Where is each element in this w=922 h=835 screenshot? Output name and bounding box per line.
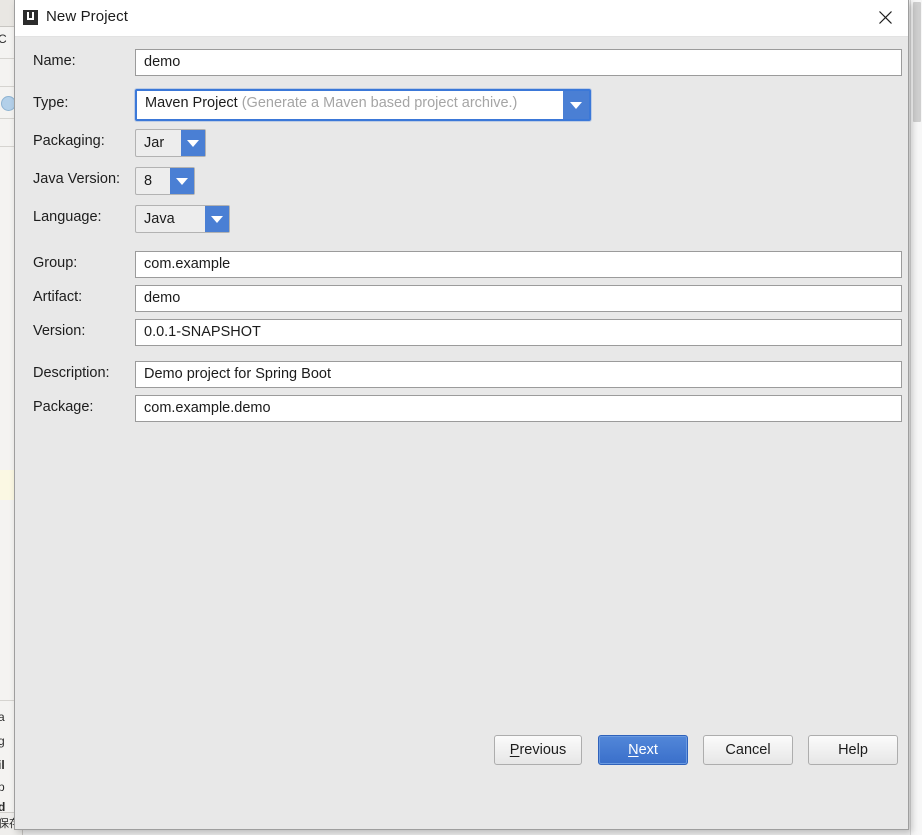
artifact-input[interactable]: demo: [135, 285, 902, 312]
group-input[interactable]: com.example: [135, 251, 902, 278]
language-combobox-arrow[interactable]: [205, 206, 229, 232]
packaging-combobox[interactable]: Jar: [135, 129, 206, 157]
previous-button[interactable]: Previous: [494, 735, 582, 765]
java-version-combobox[interactable]: 8: [135, 167, 195, 195]
cancel-button[interactable]: Cancel: [703, 735, 793, 765]
next-button-label: Next: [628, 742, 658, 758]
package-input[interactable]: com.example.demo: [135, 395, 902, 422]
name-label: Name:: [33, 53, 76, 69]
project-form: Name: demo Type: Maven Project (Generate…: [15, 37, 908, 795]
background-scrollbar[interactable]: [910, 0, 922, 835]
description-input[interactable]: Demo project for Spring Boot: [135, 361, 902, 388]
chevron-down-icon: [176, 177, 188, 185]
wizard-icon: [23, 10, 38, 25]
type-combobox[interactable]: Maven Project (Generate a Maven based pr…: [135, 89, 591, 121]
dialog-title: New Project: [46, 8, 128, 25]
type-combobox-value: Maven Project (Generate a Maven based pr…: [137, 91, 563, 119]
language-combobox[interactable]: Java: [135, 205, 230, 233]
close-icon: [878, 11, 892, 24]
background-text-fragment: p: [0, 780, 5, 794]
background-text-fragment: il: [0, 758, 5, 772]
type-combobox-selected: Maven Project: [145, 95, 238, 111]
version-label: Version:: [33, 323, 86, 339]
previous-button-label: Previous: [509, 742, 567, 758]
background-text-fragment: g: [0, 734, 5, 748]
version-input[interactable]: 0.0.1-SNAPSHOT: [135, 319, 902, 346]
packaging-label: Packaging:: [33, 133, 105, 149]
chevron-down-icon: [211, 215, 223, 223]
new-project-dialog: New Project Name: demo Type: Maven Proje…: [14, 0, 909, 830]
group-label: Group:: [33, 255, 78, 271]
type-combobox-arrow[interactable]: [563, 91, 589, 119]
language-combobox-value: Java: [144, 211, 175, 227]
java-version-combobox-value: 8: [144, 173, 153, 189]
next-button[interactable]: Next: [598, 735, 688, 765]
background-text-fragment: C: [0, 32, 7, 46]
name-input[interactable]: demo: [135, 49, 902, 76]
package-label: Package:: [33, 399, 94, 415]
dialog-titlebar: New Project: [15, 0, 908, 37]
language-label: Language:: [33, 209, 102, 225]
packaging-combobox-arrow[interactable]: [181, 130, 205, 156]
chevron-down-icon: [570, 101, 582, 109]
java-version-label: Java Version:: [33, 171, 121, 187]
dialog-button-bar: Previous Next Cancel Help: [15, 723, 908, 795]
description-label: Description:: [33, 365, 110, 381]
close-button[interactable]: [862, 0, 908, 35]
java-version-combobox-arrow[interactable]: [170, 168, 194, 194]
background-text-fragment: j: [0, 4, 1, 18]
type-label: Type:: [33, 95, 69, 111]
type-combobox-hint: (Generate a Maven based project archive.…: [241, 95, 518, 111]
background-text-fragment: a: [0, 710, 5, 724]
screen: j C a g il p d 保存 New Project: [0, 0, 922, 835]
help-button[interactable]: Help: [808, 735, 898, 765]
chevron-down-icon: [187, 139, 199, 147]
artifact-label: Artifact:: [33, 289, 83, 305]
packaging-combobox-value: Jar: [144, 135, 165, 151]
background-scrollbar-thumb[interactable]: [913, 2, 921, 122]
